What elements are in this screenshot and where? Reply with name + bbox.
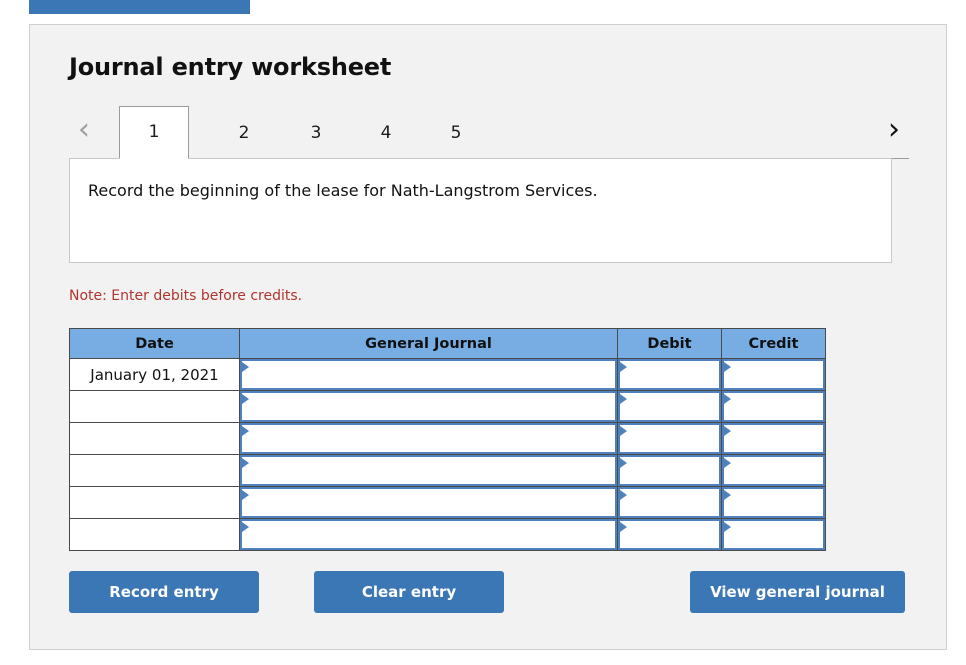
page-tab-bar: ‹ 1 2 3 4 5 › — [69, 101, 909, 159]
journal-credit-field[interactable] — [722, 519, 825, 550]
journal-debit-field-cell — [617, 518, 722, 551]
journal-credit-field[interactable] — [722, 391, 825, 422]
tab-page-3[interactable]: 3 — [281, 107, 351, 159]
journal-account-field-cell — [239, 358, 618, 391]
journal-account-field-cell — [239, 422, 618, 455]
journal-account-field[interactable] — [240, 487, 617, 518]
page-title: Journal entry worksheet — [69, 53, 392, 81]
journal-date-cell[interactable] — [69, 390, 240, 423]
journal-debit-field[interactable] — [618, 487, 721, 518]
table-row — [69, 390, 826, 423]
journal-date-cell[interactable]: January 01, 2021 — [69, 358, 240, 391]
chevron-left-icon[interactable]: ‹ — [69, 113, 99, 147]
journal-entry-table: Date General Journal Debit Credit Januar… — [69, 328, 826, 551]
view-general-journal-button[interactable]: View general journal — [690, 571, 905, 613]
journal-debit-field-cell — [617, 454, 722, 487]
journal-debit-field[interactable] — [618, 519, 721, 550]
journal-debit-field[interactable] — [618, 391, 721, 422]
journal-credit-field[interactable] — [722, 455, 825, 486]
debits-before-credits-note: Note: Enter debits before credits. — [69, 288, 303, 304]
journal-entry-worksheet-panel: Journal entry worksheet ‹ 1 2 3 4 5 › Re… — [29, 24, 947, 650]
record-entry-button[interactable]: Record entry — [69, 571, 259, 613]
transaction-description-box: Record the beginning of the lease for Na… — [69, 158, 892, 263]
active-question-tab[interactable] — [29, 0, 250, 14]
table-row: January 01, 2021 — [69, 358, 826, 391]
journal-credit-field-cell — [721, 422, 826, 455]
journal-debit-field[interactable] — [618, 359, 721, 390]
column-header-date: Date — [69, 328, 240, 359]
table-row — [69, 422, 826, 455]
journal-account-field-cell — [239, 390, 618, 423]
journal-date-cell[interactable] — [69, 486, 240, 519]
table-row — [69, 518, 826, 551]
journal-credit-field-cell — [721, 486, 826, 519]
journal-account-field[interactable] — [240, 423, 617, 454]
journal-credit-field-cell — [721, 454, 826, 487]
column-header-debit: Debit — [617, 328, 722, 359]
tab-page-4[interactable]: 4 — [351, 107, 421, 159]
table-header-row: Date General Journal Debit Credit — [69, 328, 826, 359]
column-header-general-journal: General Journal — [239, 328, 618, 359]
transaction-description-text: Record the beginning of the lease for Na… — [88, 181, 598, 200]
journal-credit-field-cell — [721, 390, 826, 423]
journal-debit-field-cell — [617, 422, 722, 455]
journal-date-cell[interactable] — [69, 454, 240, 487]
journal-debit-field-cell — [617, 390, 722, 423]
clear-entry-button[interactable]: Clear entry — [314, 571, 504, 613]
top-tab-strip — [0, 0, 966, 14]
column-header-credit: Credit — [721, 328, 826, 359]
tab-page-2[interactable]: 2 — [209, 107, 279, 159]
journal-table-body: January 01, 2021 — [69, 358, 826, 551]
journal-debit-field[interactable] — [618, 423, 721, 454]
journal-debit-field-cell — [617, 486, 722, 519]
table-row — [69, 454, 826, 487]
journal-account-field[interactable] — [240, 391, 617, 422]
journal-account-field-cell — [239, 454, 618, 487]
journal-account-field[interactable] — [240, 519, 617, 550]
tab-page-1[interactable]: 1 — [119, 106, 189, 159]
journal-debit-field-cell — [617, 358, 722, 391]
journal-credit-field[interactable] — [722, 423, 825, 454]
journal-credit-field[interactable] — [722, 359, 825, 390]
tab-page-5[interactable]: 5 — [421, 107, 491, 159]
journal-date-cell[interactable] — [69, 518, 240, 551]
journal-account-field-cell — [239, 518, 618, 551]
journal-account-field[interactable] — [240, 359, 617, 390]
table-row — [69, 486, 826, 519]
journal-credit-field-cell — [721, 518, 826, 551]
journal-credit-field[interactable] — [722, 487, 825, 518]
journal-debit-field[interactable] — [618, 455, 721, 486]
chevron-right-icon[interactable]: › — [879, 113, 909, 147]
journal-date-cell[interactable] — [69, 422, 240, 455]
journal-credit-field-cell — [721, 358, 826, 391]
journal-account-field-cell — [239, 486, 618, 519]
journal-account-field[interactable] — [240, 455, 617, 486]
